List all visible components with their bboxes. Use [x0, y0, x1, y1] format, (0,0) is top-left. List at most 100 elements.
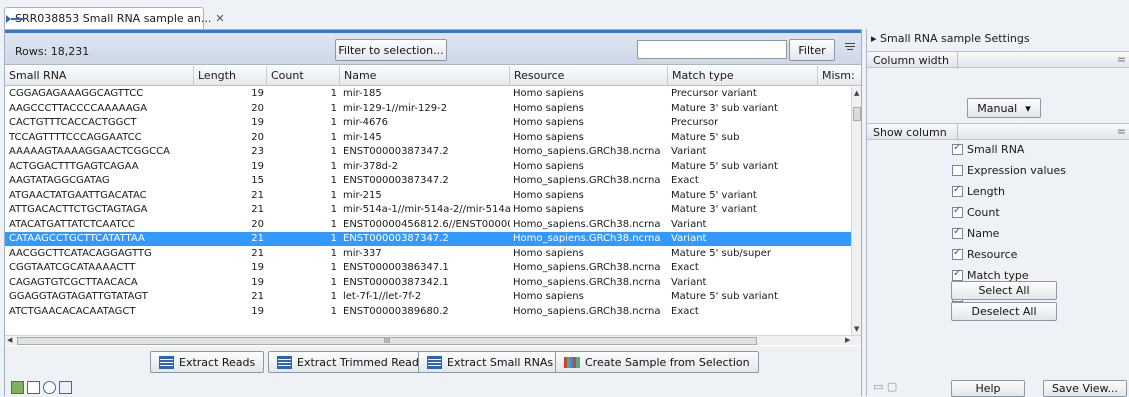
show-column-checkbox[interactable]: Length — [952, 183, 1005, 199]
close-tab-icon[interactable]: ✕ — [215, 12, 224, 25]
settings-panel: ▸ Small RNA sample Settings Column width… — [866, 29, 1129, 397]
scroll-down-icon[interactable]: ▼ — [854, 325, 859, 333]
cell-small-rna: ATTGACACTTCTGCTAGTAGA — [9, 204, 148, 215]
checkbox-unchecked-icon[interactable] — [952, 164, 963, 176]
table-row[interactable]: CGGTAATCGCATAAAACTT 19 1 ENST00000386347.1 H… — [5, 261, 851, 275]
horizontal-scroll-thumb[interactable]: III — [17, 337, 757, 345]
show-column-checkbox[interactable]: Count — [952, 204, 1000, 220]
cell-small-rna: CATAAGCCTGCTTCATATTAA — [9, 233, 145, 244]
show-column-checkbox[interactable]: Name — [952, 225, 999, 241]
cell-match-type: Variant — [671, 233, 707, 244]
column-header-count[interactable]: Count — [267, 66, 340, 86]
table-row-selected[interactable]: CATAAGCCTGCTTCATATTAA 21 1 ENST00000387347.… — [5, 232, 851, 246]
filter-button[interactable]: Filter — [789, 39, 835, 61]
table-row[interactable]: AAAAAGTAAAAGGAACTCGGCCA 23 1 ENST0000038734… — [5, 145, 851, 159]
cell-resource: Homo sapiens — [513, 88, 584, 99]
table-row[interactable]: ATACATGATTATCTCAATCC 20 1 ENST00000456812.6… — [5, 218, 851, 232]
cell-name: ENST00000389680.2 — [343, 305, 449, 317]
show-column-checkbox[interactable]: Expression values — [952, 162, 1066, 178]
vertical-scroll-thumb[interactable] — [853, 107, 861, 121]
cell-resource: Homo_sapiens.GRCh38.ncrna — [513, 262, 661, 273]
save-view-button[interactable]: Save View... — [1043, 380, 1127, 397]
checkbox-checked-icon[interactable] — [952, 205, 963, 218]
cell-small-rna: ATCTGAACACACAATAGCT — [9, 305, 136, 317]
cell-count: 1 — [330, 291, 337, 302]
column-header-small-rna[interactable]: Small RNA — [5, 66, 194, 86]
column-header-resource[interactable]: Resource — [510, 66, 668, 86]
filter-to-selection-button[interactable]: Filter to selection... — [335, 39, 447, 61]
extract-trimmed-reads-button[interactable]: Extract Trimmed Reads — [268, 351, 434, 373]
table-row[interactable]: AACGGCTTCATACAGGAGTTG 21 1 mir-337 Homo sapi… — [5, 247, 851, 261]
checkbox-checked-icon[interactable] — [952, 184, 963, 197]
extract-small-rnas-button[interactable]: Extract Small RNAs — [418, 351, 563, 373]
column-header-mismatches[interactable]: Mism: — [818, 66, 861, 86]
table-row[interactable]: ATTGACACTTCTGCTAGTAGA 21 1 mir-514a-1//mir-… — [5, 203, 851, 217]
show-column-checkbox[interactable]: Small RNA — [952, 141, 1024, 157]
show-column-section[interactable]: Show column = — [867, 123, 1129, 141]
cell-name: ENST00000456812.6//ENST000004... — [343, 218, 510, 230]
table-body: CGGAGAGAAAGGCAGTTCC 19 1 mir-185 Homo sapien… — [5, 87, 851, 335]
checkbox-checked-icon[interactable] — [952, 226, 963, 239]
table-view: Rows: 18,231 Filter to selection... Filt… — [4, 29, 862, 397]
extract-icon — [277, 355, 292, 369]
sequence-view-icon[interactable] — [27, 381, 40, 394]
cell-name: ENST00000386347.1 — [343, 262, 449, 273]
column-header-length[interactable]: Length — [194, 66, 267, 86]
filter-input[interactable] — [637, 40, 787, 59]
collapse-icon[interactable]: = — [1117, 53, 1126, 66]
table-row[interactable]: ACTGGACTTTGAGTCAGAA 19 1 mir-378d-2 Homo sap… — [5, 160, 851, 174]
horizontal-scrollbar[interactable]: ◀ III ▶ — [5, 335, 861, 345]
select-all-button[interactable]: Select All — [951, 281, 1057, 300]
settings-title[interactable]: ▸ Small RNA sample Settings — [871, 32, 1030, 45]
cell-small-rna: CGGAGAGAAAGGCAGTTCC — [9, 88, 144, 99]
create-sample-button[interactable]: Create Sample from Selection — [555, 351, 759, 373]
column-header-match-type[interactable]: Match type — [668, 66, 818, 86]
cell-count: 1 — [330, 117, 337, 128]
table-row[interactable]: GGAGGTAGTAGATTGTATAGT 21 1 let-7f-1//let-7f… — [5, 290, 851, 304]
scroll-up-icon[interactable]: ▲ — [854, 89, 859, 97]
table-row[interactable]: TCCAGTTTTCCCAGGAATCC 20 1 mir-145 Homo sapie… — [5, 131, 851, 145]
cell-length: 20 — [251, 131, 264, 143]
help-button[interactable]: Help — [951, 380, 1025, 397]
collapse-icon[interactable]: = — [1117, 125, 1126, 138]
cell-resource: Homo sapiens — [513, 204, 584, 215]
checkbox-checked-icon[interactable] — [952, 268, 963, 281]
column-width-select[interactable]: Manual ▾ — [967, 98, 1041, 118]
table-row[interactable]: AAGCCCTTACCCCAAAAAGA 20 1 mir-129-1//mir-12… — [5, 102, 851, 116]
column-header-name[interactable]: Name — [340, 66, 510, 86]
deselect-all-button[interactable]: Deselect All — [951, 302, 1057, 321]
cell-name: mir-4676 — [343, 117, 389, 128]
scroll-left-icon[interactable]: ◀ — [7, 336, 12, 344]
cell-match-type: Mature 3' sub variant — [671, 102, 778, 114]
table-row[interactable]: ATGAACTATGAATTGACATAC 21 1 mir-215 Homo sapi… — [5, 189, 851, 203]
extract-trimmed-reads-label: Extract Trimmed Reads — [297, 355, 425, 369]
checkbox-checked-icon[interactable] — [952, 142, 963, 155]
cell-match-type: Mature 5' sub/super — [671, 247, 771, 259]
scroll-right-icon[interactable]: ▶ — [845, 336, 850, 344]
filter-menu-icon[interactable] — [845, 43, 855, 55]
cell-count: 1 — [330, 233, 337, 244]
cell-count: 1 — [330, 189, 337, 201]
table-row[interactable]: AAGTATAGGCGATAG 15 1 ENST00000387347.2 Homo_… — [5, 174, 851, 188]
table-row[interactable]: CAGAGTGTCGCTTAACACA 19 1 ENST00000387342.1 H… — [5, 276, 851, 290]
extract-reads-button[interactable]: Extract Reads — [150, 351, 265, 373]
column-width-section[interactable]: Column width = — [867, 51, 1129, 69]
history-icon[interactable] — [43, 381, 56, 394]
table-row[interactable]: CGGAGAGAAAGGCAGTTCC 19 1 mir-185 Homo sapien… — [5, 87, 851, 101]
table-row[interactable]: ATCTGAACACACAATAGCT 19 1 ENST00000389680.2 H… — [5, 305, 851, 319]
cell-match-type: Exact — [671, 175, 699, 186]
annotation-icon[interactable] — [59, 381, 72, 394]
cell-small-rna: ACTGGACTTTGAGTCAGAA — [9, 160, 139, 172]
table-view-icon[interactable] — [11, 381, 24, 394]
editor-tab[interactable]: SRR038853 Small RNA sample an... ✕ — [4, 7, 225, 29]
vertical-scrollbar[interactable]: ▲ ▼ — [851, 87, 861, 335]
table-row[interactable]: CACTGTTTCACCACTGGCT 19 1 mir-4676 Homo sapie… — [5, 116, 851, 130]
cell-resource: Homo sapiens — [513, 160, 584, 172]
show-column-checkbox[interactable]: Resource — [952, 246, 1017, 262]
cell-resource: Homo sapiens — [513, 102, 584, 114]
panel-layout-icon[interactable]: ▭ ▢ — [873, 380, 897, 393]
cell-length: 21 — [251, 233, 264, 244]
cell-match-type: Mature 5' variant — [671, 189, 757, 201]
cell-match-type: Mature 5' sub — [671, 131, 740, 143]
checkbox-checked-icon[interactable] — [952, 247, 963, 260]
